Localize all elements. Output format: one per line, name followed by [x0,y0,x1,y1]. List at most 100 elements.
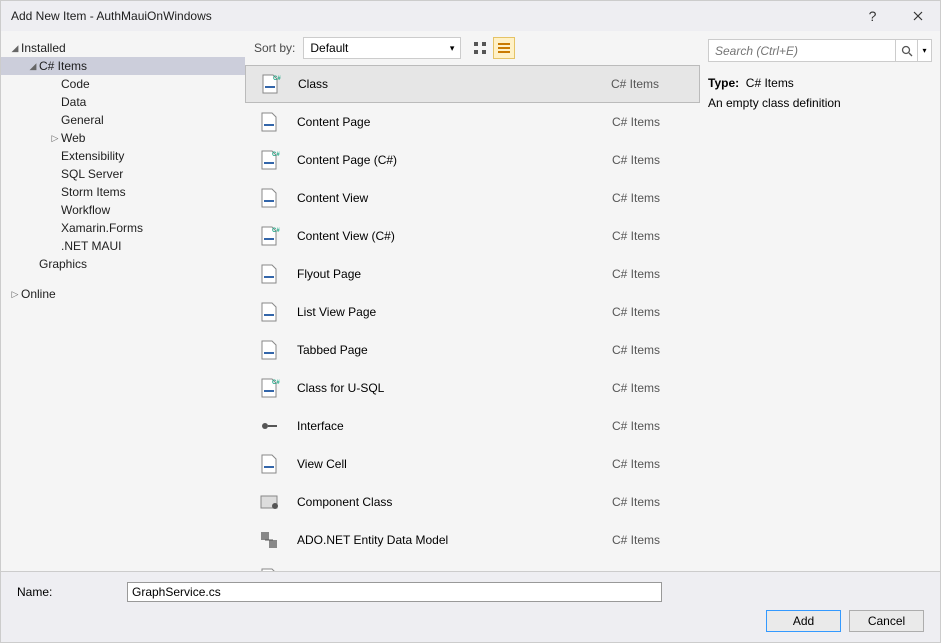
file-icon: C# [253,147,285,173]
search-input[interactable] [709,40,895,61]
template-item[interactable]: Application Configuration FileC# Items [245,559,700,571]
cancel-button[interactable]: Cancel [849,610,924,632]
chevron-right-icon: ▷ [49,132,61,144]
chevron-right-icon [49,222,61,234]
tree-child-item[interactable]: ▷Web [1,129,245,147]
details-pane: ▾ Type: C# Items An empty class definiti… [700,31,940,571]
template-name: ADO.NET Entity Data Model [285,533,612,547]
template-item[interactable]: C# Content Page (C#)C# Items [245,141,700,179]
bottom-pane: Name: Add Cancel [1,571,940,642]
spacer [27,258,39,270]
template-item[interactable]: C#Class for U-SQLC# Items [245,369,700,407]
template-name: Content Page (C#) [285,153,612,167]
svg-text:C#: C# [272,152,280,158]
template-name: Flyout Page [285,267,612,281]
tree-online[interactable]: ▷ Online [1,285,245,303]
grid-view-button[interactable] [469,37,491,59]
chevron-right-icon [49,186,61,198]
tree-installed[interactable]: ◢ Installed [1,39,245,57]
template-name: Class for U-SQL [285,381,612,395]
name-label: Name: [17,585,107,599]
template-item[interactable]: Tabbed PageC# Items [245,331,700,369]
tree-child-item[interactable]: Workflow [1,201,245,219]
template-category: C# Items [612,533,692,547]
description: Type: C# Items An empty class definition [708,76,932,110]
main-area: ◢ Installed ◢ C# Items CodeDataGeneral▷W… [1,31,940,571]
template-category: C# Items [612,305,692,319]
list-view-button[interactable] [493,37,515,59]
chevron-right-icon [49,150,61,162]
file-icon: C# [253,223,285,249]
close-button[interactable] [895,1,940,31]
template-category: C# Items [612,381,692,395]
file-icon [253,527,285,553]
type-value: C# Items [746,76,794,90]
template-pane: Sort by: Default ▾ C#ClassC# ItemsConten… [245,31,700,571]
tree-graphics[interactable]: Graphics [1,255,245,273]
chevron-right-icon [49,240,61,252]
tree-label: .NET MAUI [61,239,121,253]
tree-child-item[interactable]: Storm Items [1,183,245,201]
tree-csharp-items[interactable]: ◢ C# Items [1,57,245,75]
template-item[interactable]: Content PageC# Items [245,103,700,141]
category-tree[interactable]: ◢ Installed ◢ C# Items CodeDataGeneral▷W… [1,31,245,571]
file-icon [253,413,285,439]
chevron-right-icon [49,78,61,90]
template-item[interactable]: C#Content View (C#)C# Items [245,217,700,255]
chevron-right-icon: ▷ [9,288,21,300]
search-dropdown[interactable]: ▾ [917,40,931,61]
file-icon: C# [253,375,285,401]
tree-label: SQL Server [61,167,123,181]
tree-child-item[interactable]: Code [1,75,245,93]
svg-text:C#: C# [273,76,281,82]
tree-label: Graphics [39,257,87,271]
tree-child-item[interactable]: Xamarin.Forms [1,219,245,237]
template-category: C# Items [612,495,692,509]
add-button[interactable]: Add [766,610,841,632]
search-box[interactable]: ▾ [708,39,932,62]
titlebar: Add New Item - AuthMauiOnWindows ? [1,1,940,31]
template-item[interactable]: Flyout PageC# Items [245,255,700,293]
search-icon[interactable] [895,40,917,61]
template-category: C# Items [612,457,692,471]
tree-child-item[interactable]: .NET MAUI [1,237,245,255]
tree-label: Workflow [61,203,110,217]
template-category: C# Items [612,229,692,243]
tree-child-item[interactable]: SQL Server [1,165,245,183]
template-category: C# Items [612,343,692,357]
template-list[interactable]: C#ClassC# ItemsContent PageC# ItemsC#Con… [245,65,700,571]
template-name: Content Page [285,115,612,129]
chevron-right-icon [49,96,61,108]
chevron-right-icon [49,204,61,216]
help-button[interactable]: ? [850,1,895,31]
tree-child-item[interactable]: Data [1,93,245,111]
file-icon [253,185,285,211]
tree-child-item[interactable]: General [1,111,245,129]
file-icon [253,489,285,515]
view-toggle [469,37,515,59]
file-icon [253,261,285,287]
template-name: List View Page [285,305,612,319]
file-icon [253,109,285,135]
template-item[interactable]: Component ClassC# Items [245,483,700,521]
template-name: Component Class [285,495,612,509]
template-category: C# Items [612,267,692,281]
template-item[interactable]: ADO.NET Entity Data ModelC# Items [245,521,700,559]
file-icon [253,337,285,363]
template-name: View Cell [285,457,612,471]
template-item[interactable]: C#ClassC# Items [245,65,700,103]
template-category: C# Items [612,153,692,167]
template-item[interactable]: InterfaceC# Items [245,407,700,445]
template-item[interactable]: View CellC# Items [245,445,700,483]
name-input[interactable] [127,582,662,602]
template-item[interactable]: List View PageC# Items [245,293,700,331]
window-title: Add New Item - AuthMauiOnWindows [11,9,850,23]
type-label: Type: [708,76,739,90]
template-name: Content View [285,191,612,205]
template-item[interactable]: Content ViewC# Items [245,179,700,217]
tree-label: Online [21,287,56,301]
template-category: C# Items [612,191,692,205]
sortby-dropdown[interactable]: Default ▾ [303,37,461,59]
tree-child-item[interactable]: Extensibility [1,147,245,165]
chevron-down-icon: ◢ [9,42,21,54]
